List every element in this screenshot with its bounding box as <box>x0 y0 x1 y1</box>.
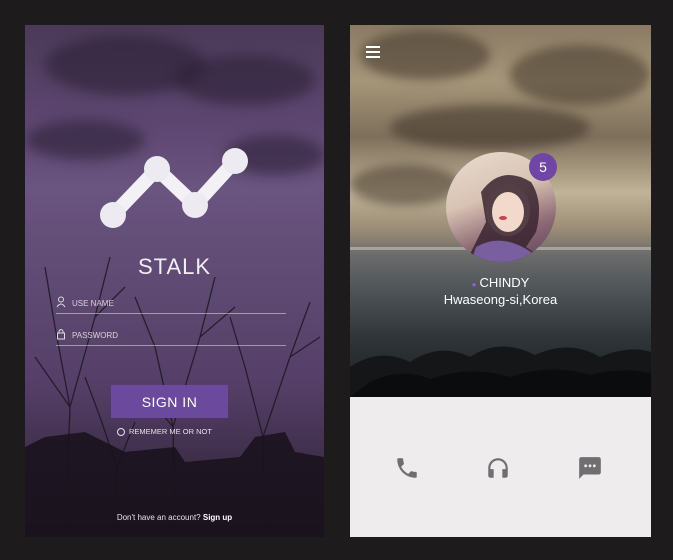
remember-me-label: REMEMER ME OR NOT <box>129 427 212 436</box>
profile-location: Hwaseong-si,Korea <box>443 292 558 307</box>
login-screen: STALK SIGN IN REMEMER ME OR NOT Don't ha… <box>25 25 324 537</box>
chat-icon[interactable] <box>577 455 603 481</box>
profile-name-row: ● CHINDY <box>350 275 651 290</box>
phone-icon[interactable] <box>394 455 420 481</box>
cloud <box>175 55 315 105</box>
sign-up-link[interactable]: Sign up <box>203 513 232 522</box>
cloud <box>510 45 650 105</box>
rocks <box>350 346 651 397</box>
profile-hero: 5 ● CHINDY Hwaseong-si,Korea <box>350 25 651 397</box>
lock-icon <box>57 329 65 340</box>
app-title: STALK <box>137 254 212 279</box>
sign-in-button[interactable]: SIGN IN <box>111 385 228 418</box>
user-icon <box>56 296 66 308</box>
hamburger-menu-icon[interactable] <box>366 46 380 58</box>
password-input[interactable] <box>70 325 284 345</box>
profile-actions <box>350 397 651 537</box>
profile-screen: 5 ● CHINDY Hwaseong-si,Korea <box>350 25 651 537</box>
password-field <box>56 325 286 346</box>
cloud <box>390 105 590 150</box>
profile-name: CHINDY <box>479 275 530 290</box>
signup-prompt: Don't have an account? Sign up <box>25 513 324 522</box>
signup-prompt-text: Don't have an account? <box>116 513 201 522</box>
remember-me-toggle[interactable]: REMEMER ME OR NOT <box>117 427 212 436</box>
cloud <box>350 165 460 205</box>
headphones-icon[interactable] <box>485 455 511 481</box>
username-input[interactable] <box>70 293 284 313</box>
radio-icon[interactable] <box>117 427 125 436</box>
notification-badge[interactable]: 5 <box>529 153 557 181</box>
username-field <box>56 293 286 314</box>
online-indicator-icon: ● <box>471 280 477 289</box>
app-logo-icon <box>100 148 248 228</box>
